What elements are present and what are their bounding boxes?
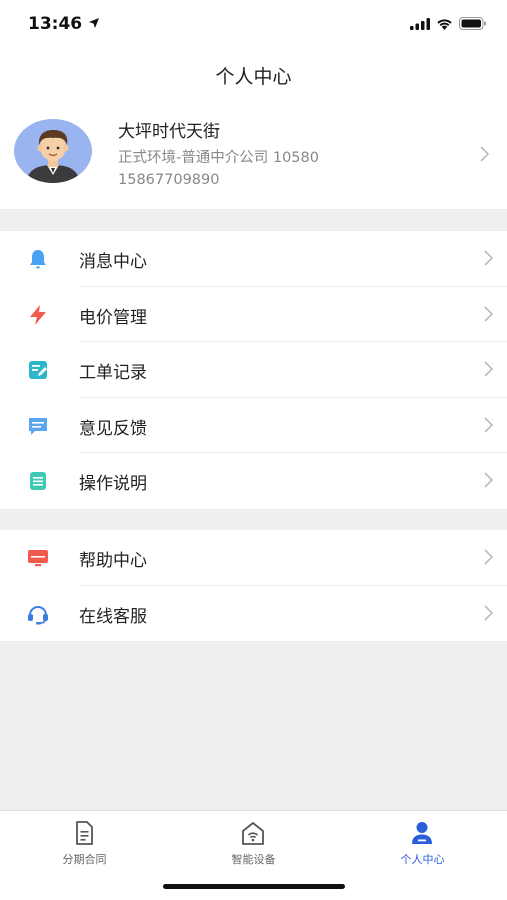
home-indicator bbox=[163, 884, 345, 889]
chat-bubble-icon bbox=[29, 417, 47, 435]
avatar bbox=[14, 119, 92, 183]
profile-company: 正式环境-普通中介公司 10580 bbox=[118, 150, 319, 166]
menu-item-label: 消息中心 bbox=[79, 252, 147, 272]
tab-smart-devices[interactable]: 智能设备 bbox=[169, 811, 338, 871]
menu-item-label: 操作说明 bbox=[79, 474, 147, 494]
signal-icon bbox=[410, 17, 430, 30]
contract-icon bbox=[76, 821, 93, 845]
chevron-right-icon bbox=[484, 549, 493, 565]
page-title: 个人中心 bbox=[215, 66, 292, 88]
edit-note-icon bbox=[29, 361, 47, 379]
menu-item-label: 电价管理 bbox=[79, 307, 147, 328]
document-icon bbox=[30, 472, 46, 490]
status-time: 13:46 bbox=[28, 14, 83, 34]
bell-icon bbox=[30, 250, 46, 269]
tab-label: 分期合同 bbox=[62, 853, 107, 866]
chevron-right-icon bbox=[484, 250, 493, 266]
status-bar: 13:46 bbox=[0, 0, 507, 50]
chevron-right-icon bbox=[484, 604, 493, 621]
menu-group-support: 帮助中心 在线客服 bbox=[0, 530, 507, 641]
menu-item-help-center[interactable]: 帮助中心 bbox=[0, 530, 507, 586]
menu-item-label: 工单记录 bbox=[79, 363, 147, 383]
lightning-icon bbox=[30, 304, 46, 325]
battery-icon bbox=[459, 17, 486, 30]
tab-label: 个人中心 bbox=[400, 853, 445, 866]
headset-icon bbox=[28, 605, 48, 624]
user-icon bbox=[412, 822, 432, 844]
menu-item-instructions[interactable]: 操作说明 bbox=[0, 453, 507, 509]
chevron-right-icon bbox=[484, 416, 493, 433]
menu-item-label: 在线客服 bbox=[79, 606, 147, 627]
chevron-right-icon bbox=[484, 361, 493, 377]
chevron-right-icon bbox=[480, 146, 489, 162]
profile-card[interactable]: 大坪时代天街 正式环境-普通中介公司 10580 15867709890 bbox=[0, 100, 507, 209]
profile-phone: 15867709890 bbox=[118, 172, 220, 188]
profile-name: 大坪时代天街 bbox=[118, 122, 220, 142]
wifi-icon bbox=[437, 18, 452, 30]
tab-contracts[interactable]: 分期合同 bbox=[0, 811, 169, 871]
monitor-icon bbox=[28, 550, 48, 567]
menu-group-main: 消息中心 电价管理 工单记录 意见反馈 操作说明 bbox=[0, 231, 507, 509]
tab-label: 智能设备 bbox=[231, 853, 276, 866]
menu-item-price-management[interactable]: 电价管理 bbox=[0, 287, 507, 342]
tab-profile[interactable]: 个人中心 bbox=[338, 811, 507, 871]
smart-home-icon bbox=[242, 822, 264, 845]
menu-item-message-center[interactable]: 消息中心 bbox=[0, 231, 507, 287]
menu-item-label: 意见反馈 bbox=[79, 418, 147, 439]
menu-item-feedback[interactable]: 意见反馈 bbox=[0, 398, 507, 453]
nav-bar: 个人中心 bbox=[0, 50, 507, 100]
chevron-right-icon bbox=[484, 305, 493, 322]
menu-item-online-service[interactable]: 在线客服 bbox=[0, 586, 507, 642]
status-icons bbox=[410, 17, 487, 30]
chevron-right-icon bbox=[484, 472, 493, 488]
location-arrow-icon bbox=[89, 18, 99, 28]
menu-item-work-orders[interactable]: 工单记录 bbox=[0, 342, 507, 398]
menu-item-label: 帮助中心 bbox=[79, 551, 147, 571]
